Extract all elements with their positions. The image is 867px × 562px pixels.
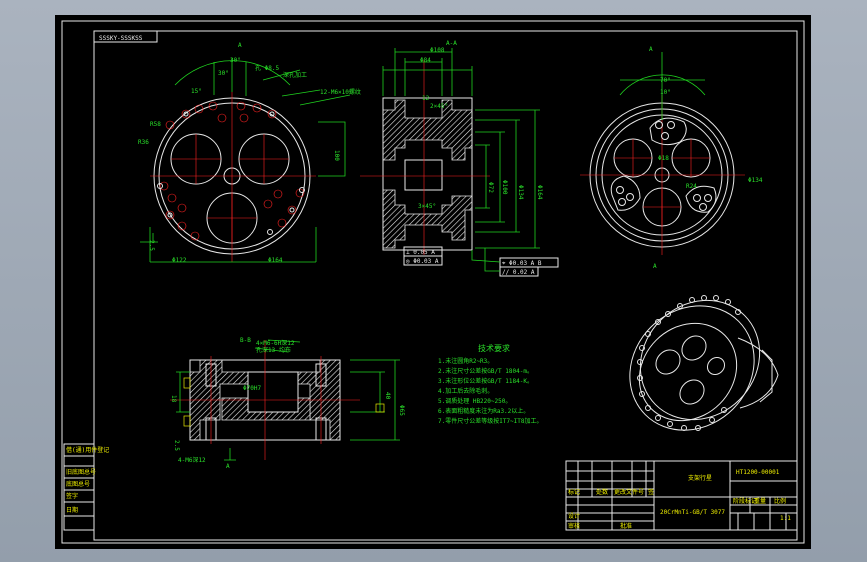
svg-text:标记: 标记 xyxy=(568,488,580,496)
svg-text:⌖ Φ0.03 A B: ⌖ Φ0.03 A B xyxy=(502,260,542,267)
svg-text:30°: 30° xyxy=(218,70,229,77)
svg-text:R36: R36 xyxy=(138,139,149,146)
svg-text:3×45°: 3×45° xyxy=(418,203,436,210)
svg-text:重量: 重量 xyxy=(754,497,766,505)
svg-text:70°: 70° xyxy=(660,77,671,84)
scale: 1:1 xyxy=(780,515,791,522)
svg-text:深孔加工: 深孔加工 xyxy=(283,71,307,79)
svg-text:处数: 处数 xyxy=(596,488,608,496)
section-bb-label: B-B xyxy=(240,337,251,344)
section-a-label-1: A xyxy=(238,42,242,49)
svg-text:Φ164: Φ164 xyxy=(536,185,543,200)
svg-text:Φ72: Φ72 xyxy=(487,182,494,193)
svg-text:设计: 设计 xyxy=(568,512,580,520)
svg-text:R58: R58 xyxy=(150,121,161,128)
isometric-view xyxy=(629,295,779,431)
side-row-5: 签字 xyxy=(66,492,78,500)
svg-text:Φ122: Φ122 xyxy=(172,257,187,264)
svg-text:4-M6深12: 4-M6深12 xyxy=(178,456,206,464)
side-row-4: 底图总号 xyxy=(66,480,90,488)
svg-text:30°: 30° xyxy=(230,57,241,64)
svg-text:孔 Φ8.5: 孔 Φ8.5 xyxy=(255,64,279,72)
side-section-view: A-A Φ108 Φ84 Φ164 Φ134 Φ100 Φ72 12 2×45°… xyxy=(360,40,559,277)
svg-text:Φ65: Φ65 xyxy=(398,405,405,416)
material: 20CrMnTi-GB/T 3077 xyxy=(660,509,725,516)
svg-text:比例: 比例 xyxy=(774,497,786,505)
svg-text:Φ164: Φ164 xyxy=(268,257,283,264)
tech-note-5: 5.调质处理 HB220~250。 xyxy=(438,397,511,405)
svg-text:批准: 批准 xyxy=(620,522,632,530)
code-box: SSSKY-SSSKSS xyxy=(93,30,158,43)
svg-text:Φ134: Φ134 xyxy=(748,177,763,184)
svg-text:100: 100 xyxy=(333,150,340,161)
rear-view: 70° 10° A A R24 Φ134 Φ18 xyxy=(580,46,763,270)
section-aa-label: A-A xyxy=(446,40,457,47)
svg-text:Φ134: Φ134 xyxy=(517,185,524,200)
svg-text:A: A xyxy=(226,463,230,470)
svg-text:2.5: 2.5 xyxy=(173,440,180,451)
svg-text:Φ108: Φ108 xyxy=(430,47,445,54)
tech-note-6: 6.表面粗糙度未注为Ra3.2以上。 xyxy=(438,407,529,415)
section-a-label-3: A xyxy=(653,263,657,270)
side-table: 借(通)用件登记 旧底图总号 底图总号 签字 日期 xyxy=(63,443,109,531)
technical-requirements: 技术要求 1.未注圆角R2~R3。 2.未注尺寸公差按GB/T 1804-m。 … xyxy=(438,343,543,425)
code-box-text: SSSKY-SSSKSS xyxy=(99,35,143,42)
svg-text:2.5: 2.5 xyxy=(148,240,155,251)
svg-text:10°: 10° xyxy=(660,89,671,96)
svg-text:4×M6-6H深12: 4×M6-6H深12 xyxy=(256,339,295,347)
front-view: 孔 Φ8.5 深孔加工 12-M6×10螺纹 R58 R36 100 Φ122 … xyxy=(138,42,361,264)
svg-text:2×45°: 2×45° xyxy=(430,103,448,110)
svg-text:40: 40 xyxy=(384,392,391,400)
side-row-3: 旧底图总号 xyxy=(66,468,96,476)
tech-note-1: 1.未注圆角R2~R3。 xyxy=(438,357,493,365)
svg-text:// 0.02 A: // 0.02 A xyxy=(502,269,535,276)
part-name: 支架行星 xyxy=(688,474,712,482)
bottom-section-view: B-B 4×M6-6H深12 孔深13 均布 Φ70H7 Φ65 40 18 2… xyxy=(170,337,405,470)
svg-text:Φ100: Φ100 xyxy=(501,180,508,195)
tech-note-2: 2.未注尺寸公差按GB/T 1804-m。 xyxy=(438,367,533,375)
svg-text:Φ70H7: Φ70H7 xyxy=(243,385,261,392)
outer-border xyxy=(61,20,805,544)
svg-text:孔深13 均布: 孔深13 均布 xyxy=(256,346,291,354)
svg-text:更改文件号: 更改文件号 xyxy=(614,488,644,496)
title-block: 支架行星 HT1200-00001 20CrMnTi-GB/T 3077 1:1… xyxy=(565,460,798,531)
svg-text:15°: 15° xyxy=(191,88,202,95)
tech-note-4: 4.加工后去除毛刺。 xyxy=(438,387,493,395)
side-row-1: 借(通)用件登记 xyxy=(66,446,109,454)
svg-text:12-M6×10螺纹: 12-M6×10螺纹 xyxy=(320,88,361,96)
svg-text:审核: 审核 xyxy=(568,522,580,530)
drawing-number: HT1200-00001 xyxy=(736,469,780,476)
svg-text:R24: R24 xyxy=(686,183,697,190)
side-row-6: 日期 xyxy=(66,506,78,514)
tech-note-7: 7.零件尺寸公差等级按IT7~IT8加工。 xyxy=(438,417,543,425)
svg-text:⊥ 0.05 A: ⊥ 0.05 A xyxy=(406,249,435,256)
svg-text:Φ18: Φ18 xyxy=(658,155,669,162)
section-a-label-2: A xyxy=(649,46,653,53)
svg-text:12: 12 xyxy=(422,95,430,102)
svg-text:签: 签 xyxy=(648,488,654,496)
svg-text:◎ Φ0.03 A: ◎ Φ0.03 A xyxy=(406,258,439,265)
cad-drawing: SSSKY-SSSKSS 孔 Φ8.5 深孔加工 12-M6×10螺纹 R58 … xyxy=(61,20,805,544)
tech-note-3: 3.未注形位公差按GB/T 1184-K。 xyxy=(438,377,533,385)
svg-text:18: 18 xyxy=(170,395,177,403)
tech-req-title: 技术要求 xyxy=(478,343,510,353)
svg-text:Φ84: Φ84 xyxy=(420,57,431,64)
